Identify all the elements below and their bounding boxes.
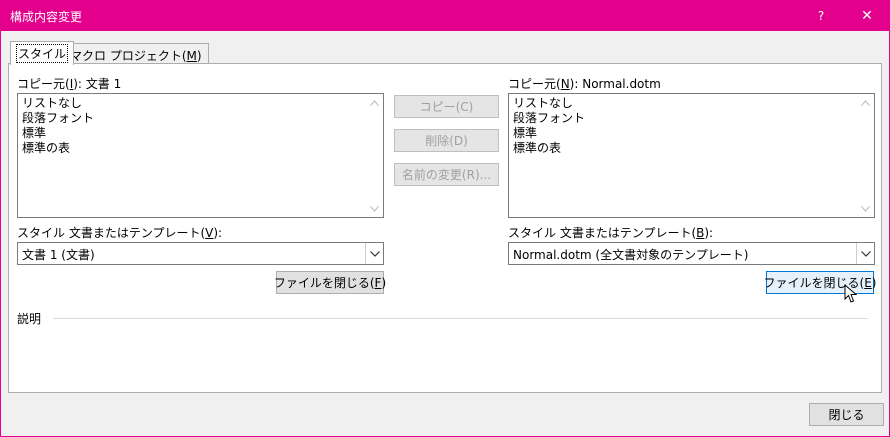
left-source-dropdown[interactable]: 文書 1 (文書)	[17, 242, 384, 265]
left-source-label: スタイル 文書またはテンプレート(V):	[17, 224, 222, 241]
description-label: 説明	[17, 312, 42, 326]
list-item[interactable]: 標準の表	[22, 141, 379, 156]
left-close-file-key: F	[374, 275, 382, 290]
description-divider	[53, 318, 868, 319]
scroll-down-icon[interactable]	[366, 200, 383, 217]
left-copy-from-pre: コピー元(	[17, 77, 70, 91]
tab-macro-project[interactable]: マクロ プロジェクト(M)	[63, 43, 209, 65]
right-source-label-pre: スタイル 文書またはテンプレート(	[508, 226, 697, 240]
right-source-label-post: ):	[704, 226, 714, 240]
mouse-cursor-icon	[844, 284, 858, 303]
list-item[interactable]: リストなし	[22, 96, 379, 111]
right-copy-from-post: ): Normal.dotm	[569, 77, 661, 91]
left-source-value: 文書 1 (文書)	[22, 248, 95, 262]
right-source-dropdown[interactable]: Normal.dotm (全文書対象のテンプレート)	[508, 242, 875, 265]
chevron-down-icon[interactable]	[365, 243, 383, 264]
left-copy-from-post: ): 文書 1	[73, 77, 122, 91]
close-button[interactable]: 閉じる	[809, 403, 884, 426]
right-source-value: Normal.dotm (全文書対象のテンプレート)	[513, 248, 749, 262]
list-item[interactable]: 段落フォント	[22, 111, 379, 126]
tab-macro-label-post: )	[196, 49, 202, 63]
chevron-down-icon[interactable]	[856, 243, 874, 264]
right-copy-from-label: コピー元(N): Normal.dotm	[508, 75, 661, 92]
list-item[interactable]: 段落フォント	[513, 111, 870, 126]
tab-styles-label: スタイル	[15, 44, 69, 63]
tab-macro-label-pre: マクロ プロジェクト(	[70, 49, 187, 63]
rename-button[interactable]: 名前の変更(R)...	[394, 163, 499, 186]
title-bar: 構成内容変更 ? ✕	[1, 1, 889, 31]
right-source-label: スタイル 文書またはテンプレート(B):	[508, 224, 713, 241]
right-copy-from-key: N	[560, 77, 570, 91]
left-close-file-pre: ファイルを閉じる(	[273, 276, 375, 290]
styles-tab-panel: コピー元(I): 文書 1 リストなし 段落フォント 標準 標準の表 スタイル …	[8, 63, 882, 393]
copy-button[interactable]: コピー(C)	[394, 95, 499, 118]
left-source-label-post: ):	[213, 226, 223, 240]
scroll-up-icon[interactable]	[366, 94, 383, 111]
list-item[interactable]: 標準	[22, 126, 379, 141]
close-window-button[interactable]: ✕	[847, 1, 887, 31]
right-copy-from-pre: コピー元(	[508, 77, 561, 91]
list-item[interactable]: 標準の表	[513, 141, 870, 156]
right-close-file-key: E	[864, 275, 872, 290]
list-item[interactable]: 標準	[513, 126, 870, 141]
tab-macro-key: M	[186, 49, 197, 63]
right-close-file-post: )	[871, 275, 877, 290]
scroll-down-icon[interactable]	[857, 200, 874, 217]
left-list-scrollbar[interactable]	[366, 94, 383, 217]
window-title: 構成内容変更	[10, 10, 83, 24]
left-style-list[interactable]: リストなし 段落フォント 標準 標準の表	[17, 93, 384, 218]
left-source-label-pre: スタイル 文書またはテンプレート(	[17, 226, 206, 240]
delete-button[interactable]: 削除(D)	[394, 129, 499, 152]
list-item[interactable]: リストなし	[513, 96, 870, 111]
right-list-scrollbar[interactable]	[857, 94, 874, 217]
dialog-window: 構成内容変更 ? ✕ スタイル マクロ プロジェクト(M) コピー元(I): 文…	[0, 0, 890, 437]
left-copy-from-label: コピー元(I): 文書 1	[17, 75, 121, 92]
left-close-file-post: )	[381, 275, 387, 290]
right-style-list[interactable]: リストなし 段落フォント 標準 標準の表	[508, 93, 875, 218]
help-button[interactable]: ?	[801, 1, 841, 31]
left-close-file-button[interactable]: ファイルを閉じる(F)	[273, 271, 387, 294]
scroll-up-icon[interactable]	[857, 94, 874, 111]
tab-styles[interactable]: スタイル	[10, 41, 75, 65]
